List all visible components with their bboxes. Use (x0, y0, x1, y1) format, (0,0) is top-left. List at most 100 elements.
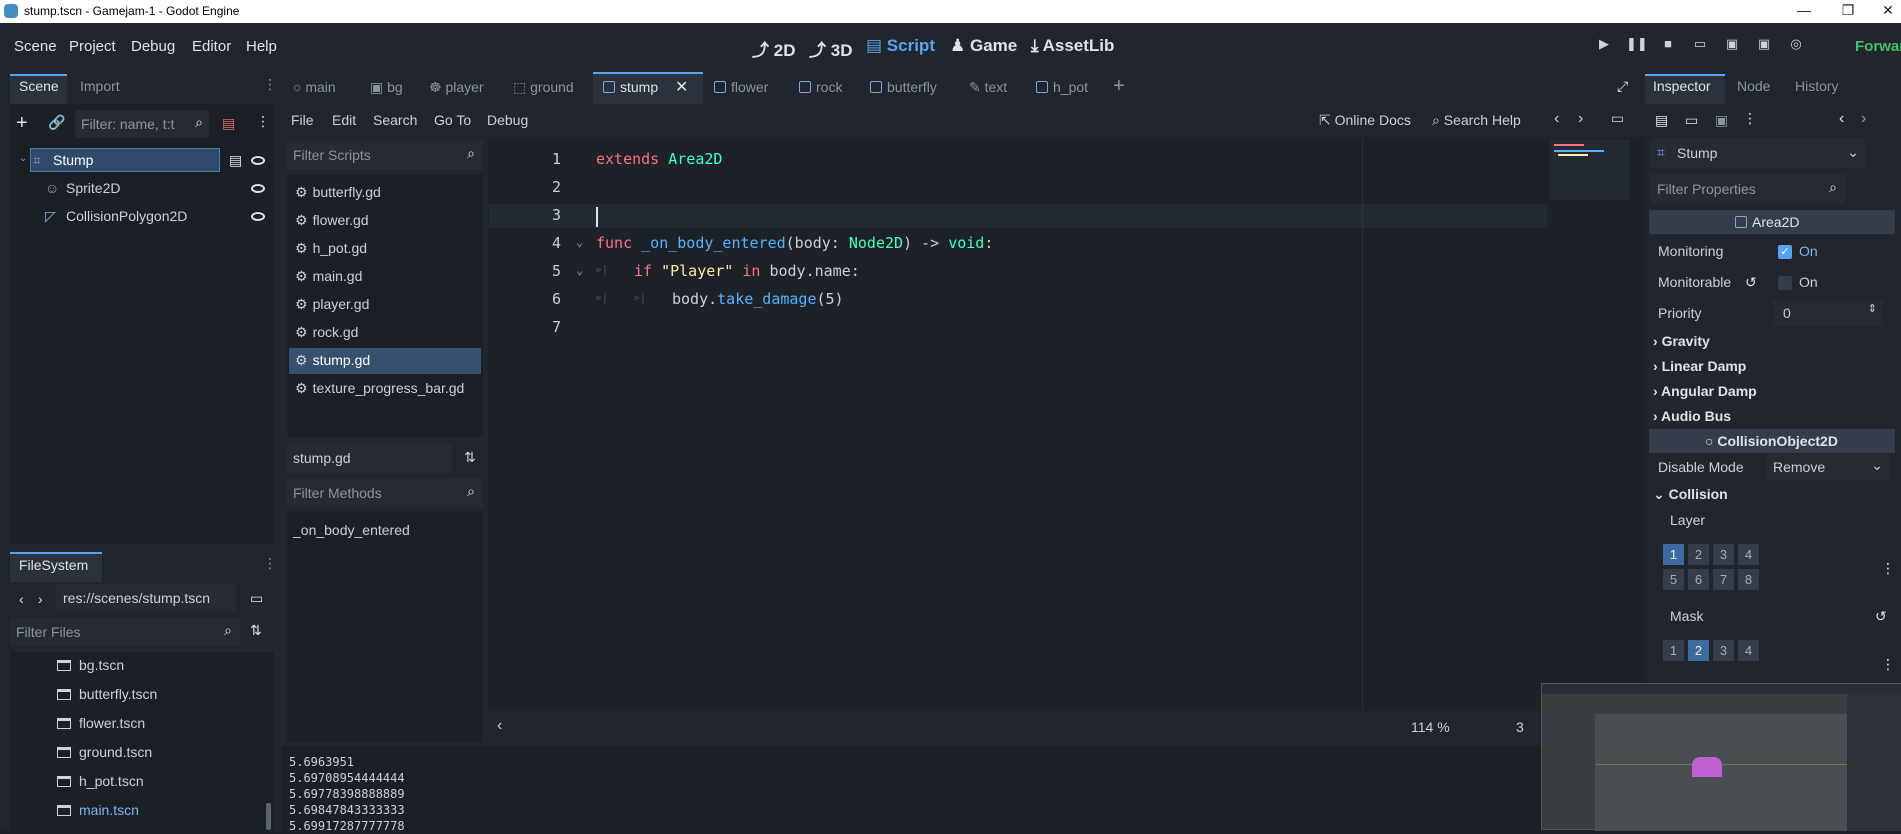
mask-bit[interactable]: 2 (1688, 640, 1709, 661)
dock-menu-icon[interactable]: ⋮ (263, 76, 277, 93)
split-mode-icon[interactable]: ▭ (250, 590, 263, 607)
script-menu-edit[interactable]: Edit (332, 112, 356, 128)
visibility-eye-icon[interactable] (251, 156, 265, 165)
forward-icon[interactable]: › (38, 591, 43, 607)
fold-icon[interactable]: ⌄ (576, 263, 583, 277)
workspace-3d[interactable]: ⤴ 3D (809, 36, 852, 61)
file-item[interactable]: butterfly.tscn (57, 686, 157, 702)
script-menu-file[interactable]: File (291, 112, 314, 128)
movie-maker-icon[interactable]: ◎ (1786, 36, 1806, 56)
visibility-eye-icon[interactable] (251, 212, 265, 221)
script-item[interactable]: ⚙ main.gd (295, 268, 362, 285)
search-help-link[interactable]: ⌕ Search Help (1432, 112, 1521, 129)
mask-bit[interactable]: 4 (1738, 640, 1759, 661)
tree-label-collisionpolygon2d[interactable]: CollisionPolygon2D (66, 208, 187, 224)
script-item[interactable]: ⚙ h_pot.gd (295, 240, 367, 257)
file-item[interactable]: bg.tscn (57, 657, 124, 673)
toggle-panel-icon[interactable]: ▭ (1611, 110, 1624, 127)
visibility-eye-icon[interactable] (251, 184, 265, 193)
scene-tab-player[interactable]: ☸ player (429, 79, 484, 96)
filter-properties-input[interactable]: Filter Properties ⌕ (1651, 174, 1845, 204)
sort-icon[interactable]: ⇅ (250, 622, 262, 639)
mask-bit[interactable]: 1 (1663, 640, 1684, 661)
stop-icon[interactable]: ■ (1658, 36, 1678, 56)
tab-import[interactable]: Import (80, 78, 120, 94)
menu-editor[interactable]: Editor (192, 38, 231, 55)
layer-bit[interactable]: 7 (1713, 569, 1734, 590)
prev-script-icon[interactable]: ‹ (1554, 110, 1559, 128)
play-icon[interactable]: ▶ (1594, 36, 1614, 56)
minimize-button[interactable]: — (1794, 2, 1814, 18)
resource-menu-icon[interactable]: ⋮ (1743, 110, 1757, 127)
section-collision[interactable]: ⌄ Collision (1653, 486, 1728, 503)
remote-debug-icon[interactable]: ▭ (1690, 36, 1710, 56)
next-script-icon[interactable]: › (1578, 110, 1583, 128)
layer-bit[interactable]: 5 (1663, 569, 1684, 590)
zoom-level[interactable]: 114 % (1411, 719, 1450, 735)
tab-scene[interactable]: Scene (19, 78, 59, 94)
menu-scene[interactable]: Scene (14, 38, 57, 55)
collapse-icon[interactable]: ⌄ (19, 153, 27, 164)
script-icon[interactable]: ▤ (229, 152, 242, 169)
section-linear-damp[interactable]: › Linear Damp (1653, 358, 1746, 374)
script-menu-goto[interactable]: Go To (434, 112, 471, 128)
file-item-current[interactable]: main.tscn (57, 802, 139, 818)
scene-tab-text[interactable]: ✎ text (969, 79, 1007, 96)
mask-bit[interactable]: 3 (1713, 640, 1734, 661)
tab-history[interactable]: History (1795, 78, 1839, 94)
fold-icon[interactable]: ⌄ (576, 235, 583, 249)
script-item[interactable]: ⚙ rock.gd (295, 324, 358, 341)
priority-spinbox[interactable]: 0 ⇕ (1773, 300, 1883, 326)
menu-debug[interactable]: Debug (131, 38, 175, 55)
distraction-free-icon[interactable]: ⤢ (1617, 78, 1628, 95)
workspace-script[interactable]: ▤ Script (866, 36, 935, 56)
game-preview-thumbnail[interactable] (1541, 683, 1901, 831)
scene-tab-h-pot[interactable]: h_pot (1036, 79, 1088, 95)
add-scene-tab-icon[interactable]: + (1113, 75, 1125, 98)
object-selector[interactable]: ⌗ Stump ⌄ (1651, 138, 1865, 168)
history-forward-icon[interactable]: › (1861, 110, 1866, 128)
filter-methods-input[interactable]: Filter Methods ⌕ (287, 478, 483, 508)
scene-tab-ground[interactable]: ⬚ ground (513, 79, 574, 96)
method-item[interactable]: _on_body_entered (293, 522, 410, 538)
script-item[interactable]: ⚙ flower.gd (295, 212, 369, 229)
scene-tab-stump[interactable]: stump (603, 79, 658, 95)
renderer-select[interactable]: Forward+ (1855, 38, 1901, 55)
scene-tab-bg[interactable]: ▣ bg (370, 79, 403, 96)
save-icon[interactable]: ▣ (1715, 112, 1728, 129)
filter-files-input[interactable]: Filter Files ⌕ (10, 618, 240, 646)
tab-inspector[interactable]: Inspector (1653, 78, 1711, 94)
link-icon[interactable]: 🔗 (48, 114, 65, 131)
play-scene-icon[interactable]: ▣ (1722, 36, 1742, 56)
script-menu-search[interactable]: Search (373, 112, 417, 128)
code-editor[interactable]: 1 2 3 4 5 6 7 ⌄ ⌄ »| »| »| extends Area2… (489, 138, 1645, 710)
layer-bit[interactable]: 2 (1688, 544, 1709, 565)
disable-mode-select[interactable]: Remove ⌄ (1767, 454, 1889, 480)
workspace-assetlib[interactable]: ⤓ AssetLib (1031, 36, 1114, 56)
tab-filesystem[interactable]: FileSystem (19, 557, 88, 573)
workspace-game[interactable]: ♟ Game (950, 36, 1017, 56)
mask-menu-icon[interactable]: ⋮ (1881, 656, 1895, 673)
revert-icon[interactable]: ↺ (1745, 274, 1757, 291)
section-audio-bus[interactable]: › Audio Bus (1653, 408, 1731, 424)
minimap[interactable] (1550, 140, 1630, 200)
online-docs-link[interactable]: ⇱ Online Docs (1319, 112, 1411, 129)
sort-icon[interactable]: ⇅ (464, 449, 476, 466)
layer-bit[interactable]: 8 (1738, 569, 1759, 590)
add-node-icon[interactable]: + (16, 112, 28, 135)
layer-bit[interactable]: 1 (1663, 544, 1684, 565)
revert-icon[interactable]: ↺ (1875, 608, 1887, 625)
toggle-scripts-panel-icon[interactable]: ‹ (497, 717, 502, 735)
menu-project[interactable]: Project (69, 38, 116, 55)
close-window-button[interactable]: ✕ (1878, 2, 1898, 19)
monitoring-checkbox[interactable]: ✓ (1778, 245, 1792, 259)
scene-menu-icon[interactable]: ⋮ (256, 113, 270, 130)
scene-tab-main[interactable]: ○ main (293, 79, 336, 95)
filter-scripts-input[interactable]: Filter Scripts ⌕ (287, 140, 483, 170)
history-back-icon[interactable]: ‹ (1839, 110, 1844, 128)
maximize-button[interactable]: ❐ (1838, 2, 1858, 19)
script-item[interactable]: ⚙ texture_progress_bar.gd (295, 380, 464, 397)
file-item[interactable]: h_pot.tscn (57, 773, 144, 789)
monitorable-checkbox[interactable] (1778, 276, 1792, 290)
dock-menu-icon[interactable]: ⋮ (263, 555, 277, 572)
